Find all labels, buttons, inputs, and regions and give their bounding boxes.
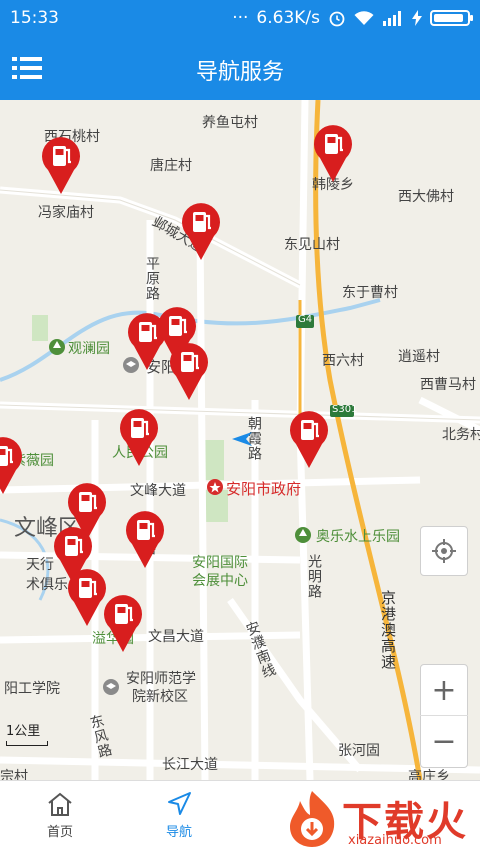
park-icon	[295, 527, 311, 543]
place-label: 西大佛村	[398, 189, 454, 205]
status-icons: ··· 6.63K/s	[232, 8, 473, 28]
gas-station-pin[interactable]	[180, 202, 222, 262]
signal-icon	[383, 11, 401, 26]
crosshair-icon	[432, 539, 456, 563]
road-label: 平原路	[144, 256, 160, 301]
park-label: 观澜园	[68, 341, 110, 357]
place-label: 高庄乡	[408, 769, 450, 780]
gas-station-pin[interactable]	[102, 594, 144, 654]
zoom-control: + −	[420, 664, 468, 768]
watermark-url: xiazaihuo.com	[348, 833, 442, 848]
battery-icon	[430, 10, 473, 26]
school-label: 院新校区	[132, 689, 188, 705]
tab-home[interactable]: 首页	[25, 791, 95, 840]
zoom-in-button[interactable]: +	[420, 665, 468, 717]
app-bar: 导航服务	[0, 36, 480, 100]
road-label: 文昌大道	[148, 629, 204, 645]
school-icon	[103, 679, 119, 695]
poi-label: 安阳市政府	[226, 480, 302, 498]
gas-station-pin[interactable]	[0, 436, 24, 496]
tab-navigation[interactable]: 导航	[144, 791, 214, 840]
place-label: 张河固	[338, 743, 380, 759]
navigation-icon	[168, 792, 191, 815]
place-label: 宗村	[0, 769, 28, 780]
home-icon	[48, 792, 72, 816]
more-icon: ···	[232, 8, 249, 28]
zoom-out-button[interactable]: −	[420, 716, 468, 767]
scale-bar: 1公里	[6, 720, 48, 746]
place-label: 唐庄村	[150, 158, 192, 174]
flame-logo-icon	[290, 791, 335, 847]
wifi-icon	[354, 11, 374, 25]
school-label: 安阳师范学	[126, 671, 196, 687]
bottom-tab-bar: 首页 导航 下载火 xiazaihuo.com	[0, 780, 480, 854]
government-icon	[207, 479, 223, 495]
scale-label: 1公里	[6, 724, 41, 739]
gas-station-pin[interactable]	[288, 410, 330, 470]
gas-station-pin[interactable]	[124, 510, 166, 570]
place-label: 养鱼屯村	[202, 115, 258, 131]
alarm-icon	[329, 11, 345, 27]
current-location-icon	[232, 432, 252, 446]
watermark-logo: 下载火 xiazaihuo.com	[284, 787, 474, 851]
place-label: 西六村	[322, 353, 364, 369]
road-label: 京港澳高速	[379, 590, 397, 670]
charging-icon	[412, 10, 422, 26]
highway-shield: G4	[298, 314, 313, 325]
status-time: 15:33	[10, 8, 59, 28]
school-label: 阳工学院	[4, 681, 60, 697]
place-label: 冯家庙村	[38, 205, 94, 221]
status-bar: 15:33 ··· 6.63K/s	[0, 0, 480, 36]
poi-label: 安阳国际	[192, 555, 248, 571]
tab-label: 首页	[46, 825, 73, 840]
map-view[interactable]: 西石桃村 冯家庙村 养鱼屯村 唐庄村 韩陵乡 西大佛村 东见山村 东于曹村 西六…	[0, 100, 480, 780]
gas-station-pin[interactable]	[312, 124, 354, 184]
highway-shield: S301	[332, 404, 358, 415]
locate-button[interactable]	[420, 526, 468, 576]
gas-station-pin[interactable]	[168, 342, 210, 402]
place-label: 北务村	[442, 427, 480, 443]
place-label: 东于曹村	[342, 285, 398, 301]
place-label: 东见山村	[284, 237, 340, 253]
gas-station-pin[interactable]	[118, 408, 160, 468]
net-speed: 6.63K/s	[256, 8, 320, 28]
place-label: 天行	[26, 557, 54, 573]
road-label: 光明路	[306, 554, 322, 599]
road-label: 长江大道	[162, 757, 218, 773]
poi-label: 会展中心	[192, 573, 248, 589]
page-title: 导航服务	[195, 60, 284, 85]
gas-station-pin[interactable]	[40, 136, 82, 196]
place-label: 西曹马村	[420, 377, 476, 393]
park-label: 奥乐水上乐园	[316, 529, 400, 545]
road-label: 文峰大道	[130, 483, 186, 499]
park-icon	[49, 339, 65, 355]
tab-label: 导航	[165, 825, 192, 840]
place-label: 逍遥村	[398, 349, 440, 365]
